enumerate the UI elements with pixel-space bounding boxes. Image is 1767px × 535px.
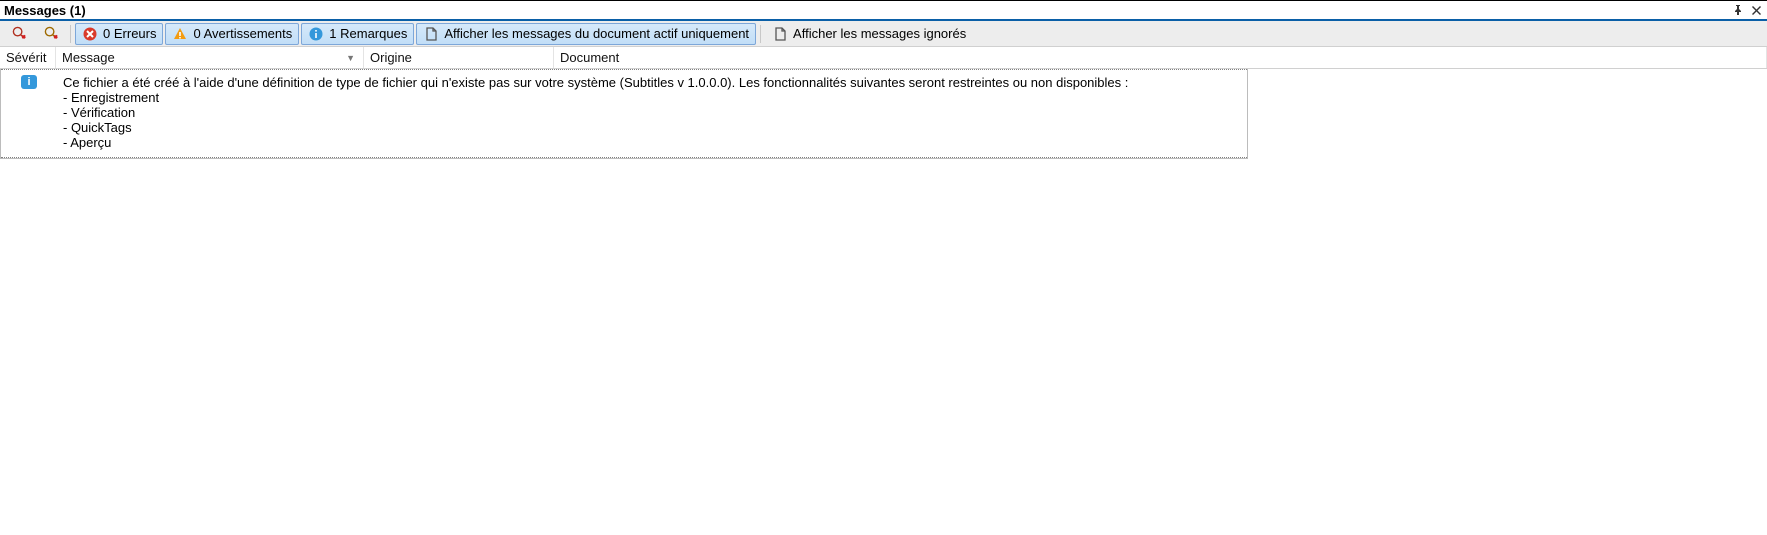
clear-errors-icon: [11, 26, 27, 42]
grid-header: Sévérit Message ▼ Origine Document: [0, 47, 1767, 69]
messages-panel: Messages (1): [0, 0, 1767, 159]
filter-remarks-button[interactable]: 1 Remarques: [301, 23, 414, 45]
pin-icon: [1733, 5, 1743, 15]
document-icon: [423, 26, 439, 42]
warnings-label: Avertissements: [204, 26, 293, 41]
warning-icon: [172, 26, 188, 42]
remarks-label: Remarques: [340, 26, 407, 41]
active-document-only-label: Afficher les messages du document actif …: [444, 26, 749, 41]
info-icon: i: [21, 75, 37, 89]
pin-button[interactable]: [1731, 3, 1745, 17]
column-message[interactable]: Message ▼: [56, 47, 364, 68]
show-ignored-button[interactable]: Afficher les messages ignorés: [765, 23, 973, 45]
close-panel-button[interactable]: [1749, 3, 1763, 17]
table-row[interactable]: i Ce fichier a été créé à l'aide d'une d…: [1, 69, 1247, 158]
column-origin-label: Origine: [370, 50, 412, 65]
clear-all-button[interactable]: [36, 23, 66, 45]
warnings-count: 0: [193, 26, 200, 41]
filter-warnings-button[interactable]: 0 Avertissements: [165, 23, 299, 45]
panel-title: Messages (1): [4, 3, 1727, 18]
active-document-only-button[interactable]: Afficher les messages du document actif …: [416, 23, 756, 45]
errors-count: 0: [103, 26, 110, 41]
column-severity[interactable]: Sévérit: [0, 47, 56, 68]
panel-titlebar: Messages (1): [0, 1, 1767, 21]
row-message-cell: Ce fichier a été créé à l'aide d'une déf…: [57, 73, 1247, 154]
row-severity-cell: i: [1, 73, 57, 154]
error-icon: [82, 26, 98, 42]
filter-errors-button[interactable]: 0 Erreurs: [75, 23, 163, 45]
column-origin[interactable]: Origine: [364, 47, 554, 68]
clear-errors-button[interactable]: [4, 23, 34, 45]
messages-toolbar: 0 Erreurs 0 Avertissements 1 Remarques: [0, 21, 1767, 47]
toolbar-separator: [70, 25, 71, 43]
column-document[interactable]: Document: [554, 47, 1767, 68]
errors-label: Erreurs: [114, 26, 157, 41]
close-icon: [1752, 6, 1761, 15]
grid-body: i Ce fichier a été créé à l'aide d'une d…: [0, 69, 1248, 159]
remarks-count: 1: [329, 26, 336, 41]
show-ignored-label: Afficher les messages ignorés: [793, 26, 966, 41]
info-icon: [308, 26, 324, 42]
toolbar-separator: [760, 25, 761, 43]
column-severity-label: Sévérit: [6, 50, 46, 65]
column-document-label: Document: [560, 50, 619, 65]
sort-indicator-icon: ▼: [346, 53, 355, 63]
document-icon: [772, 26, 788, 42]
clear-all-icon: [43, 26, 59, 42]
column-message-label: Message: [62, 50, 115, 65]
